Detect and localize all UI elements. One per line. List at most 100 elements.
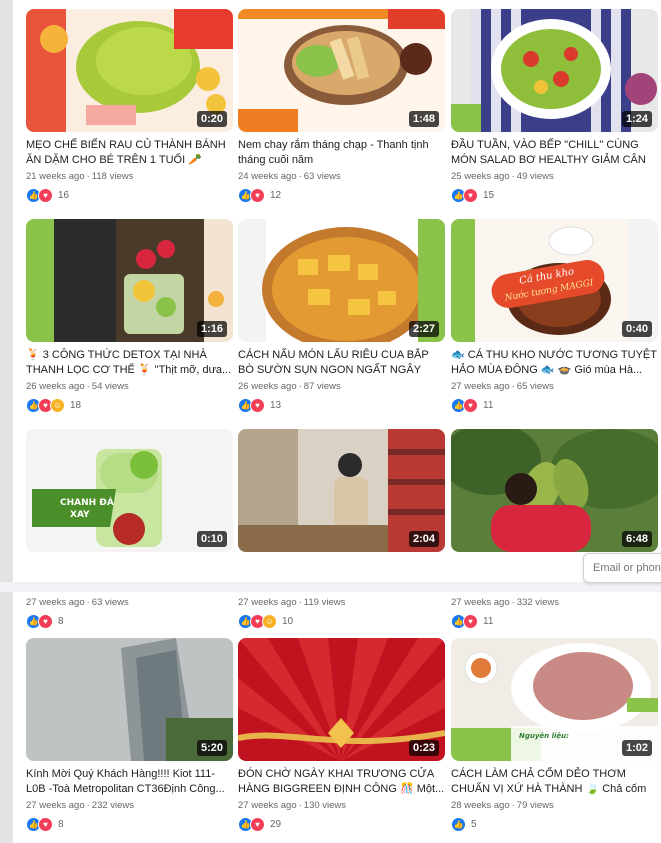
love-icon: ♥ — [38, 187, 53, 203]
video-views: 79 views — [516, 800, 554, 811]
video-age: 26 weeks ago — [238, 381, 297, 392]
video-thumbnail[interactable]: Cá thu kho Nước tương MAGGI 0:40 — [451, 219, 658, 342]
video-thumbnail[interactable]: 1:24 — [451, 9, 658, 132]
video-views: 63 views — [303, 171, 341, 182]
reactions[interactable]: 👍 ♥ 15 — [451, 187, 658, 203]
reactions[interactable]: 👍 ♥ 12 — [238, 187, 445, 203]
video-thumbnail[interactable]: Nguyên liệu: 1:02 — [451, 638, 658, 761]
video-thumbnail[interactable]: 1:16 — [26, 219, 233, 342]
overlay-chanh-2: XAY — [70, 510, 90, 520]
video-thumbnail[interactable]: 1:48 — [238, 9, 445, 132]
video-card[interactable]: Cá thu kho Nước tương MAGGI 0:40 🐟 CÁ TH… — [451, 219, 658, 413]
reactions[interactable]: 👍 ♥ 16 — [26, 187, 233, 203]
reactions[interactable]: 👍 ♥ ☺ 18 — [26, 397, 233, 413]
reaction-count: 11 — [483, 615, 494, 627]
video-card[interactable]: 1:16 🍹 3 CÔNG THỨC DETOX TẠI NHÀ THANH L… — [26, 219, 233, 413]
video-card-meta[interactable]: 27 weeks ago · 332 views 👍 ♥ 11 — [451, 594, 658, 629]
reactions[interactable]: 👍 ♥ 11 — [451, 613, 658, 629]
video-card[interactable]: CHANH ĐÁ XAY 0:10 — [26, 429, 233, 552]
video-title[interactable]: Kính Mời Quý Khách Hàng!!!! Kiot 111-L0B… — [26, 767, 233, 797]
video-duration: 2:27 — [408, 321, 439, 337]
video-card[interactable]: 1:48 Nem chay rắm tháng chạp - Thanh tịn… — [238, 9, 445, 203]
video-age: 25 weeks ago — [451, 171, 510, 182]
video-meta: 26 weeks ago · 54 views — [26, 381, 129, 392]
video-duration: 0:40 — [621, 321, 652, 337]
reactions[interactable]: 👍 ♥ 8 — [26, 613, 233, 629]
video-thumbnail[interactable]: CHANH ĐÁ XAY 0:10 — [26, 429, 233, 552]
reactions[interactable]: 👍 ♥ 29 — [238, 816, 445, 832]
video-thumbnail[interactable]: 2:27 — [238, 219, 445, 342]
video-views: 119 views — [303, 597, 346, 608]
video-meta: 27 weeks ago · 63 views — [26, 597, 129, 608]
video-title[interactable]: ĐẦU TUẦN, VÀO BẾP "CHILL" CÙNG MÓN SALAD… — [451, 138, 658, 168]
reactions[interactable]: 👍 5 — [451, 816, 658, 832]
love-icon: ♥ — [250, 816, 265, 832]
reactions[interactable]: 👍 ♥ 13 — [238, 397, 445, 413]
video-thumbnail[interactable]: 2:04 — [238, 429, 445, 552]
video-duration: 0:20 — [196, 111, 227, 127]
video-duration: 1:48 — [408, 111, 439, 127]
video-views: 118 views — [91, 171, 134, 182]
video-age: 27 weeks ago — [451, 381, 510, 392]
video-title[interactable]: 🍹 3 CÔNG THỨC DETOX TẠI NHÀ THANH LỌC CƠ… — [26, 348, 233, 378]
love-icon: ♥ — [463, 613, 478, 629]
video-age: 27 weeks ago — [26, 800, 85, 811]
like-icon: 👍 — [451, 816, 466, 832]
reaction-count: 29 — [270, 818, 282, 830]
video-card[interactable]: 2:04 — [238, 429, 445, 552]
video-duration: 2:04 — [408, 531, 439, 547]
reaction-count: 12 — [270, 189, 282, 201]
reactions[interactable]: 👍 ♥ 11 — [451, 397, 658, 413]
video-thumbnail[interactable]: 0:20 — [26, 9, 233, 132]
video-age: 21 weeks ago — [26, 171, 85, 182]
reaction-count: 13 — [270, 399, 282, 411]
video-card[interactable]: 0:20 MẸO CHẾ BIẾN RAU CỦ THÀNH BÁNH ĂN D… — [26, 9, 233, 203]
video-thumbnail[interactable]: 6:48 — [451, 429, 658, 552]
video-views: 87 views — [303, 381, 341, 392]
reaction-count: 18 — [70, 399, 82, 411]
email-input[interactable] — [583, 553, 661, 583]
video-card[interactable]: 1:24 ĐẦU TUẦN, VÀO BẾP "CHILL" CÙNG MÓN … — [451, 9, 658, 203]
video-views: 130 views — [303, 800, 347, 811]
reaction-count: 10 — [282, 615, 294, 627]
video-meta: 24 weeks ago · 63 views — [238, 171, 341, 182]
video-title[interactable]: CÁCH LÀM CHẢ CỐM DẺO THƠM CHUẨN VỊ XỨ HÀ… — [451, 767, 658, 797]
video-meta: 27 weeks ago · 119 views — [238, 597, 346, 608]
video-meta: 28 weeks ago · 79 views — [451, 800, 554, 811]
love-icon: ♥ — [250, 187, 265, 203]
reactions[interactable]: 👍 ♥ 8 — [26, 816, 233, 832]
video-views: 49 views — [516, 171, 554, 182]
video-views: 65 views — [516, 381, 554, 392]
video-card[interactable]: Nguyên liệu: 1:02 CÁCH LÀM CHẢ CỐM DẺO T… — [451, 638, 658, 832]
video-thumbnail[interactable]: 0:23 — [238, 638, 445, 761]
video-thumbnail[interactable]: 5:20 — [26, 638, 233, 761]
video-duration: 5:20 — [196, 740, 227, 756]
video-age: 27 weeks ago — [238, 800, 297, 811]
reaction-count: 5 — [471, 818, 477, 830]
reaction-count: 11 — [483, 399, 494, 411]
love-icon: ♥ — [38, 613, 53, 629]
video-card-meta[interactable]: 27 weeks ago · 63 views 👍 ♥ 8 — [26, 594, 233, 629]
reaction-count: 8 — [58, 615, 64, 627]
video-card-meta[interactable]: 27 weeks ago · 119 views 👍 ♥ ☺ 10 — [238, 594, 445, 629]
video-duration: 0:10 — [196, 531, 227, 547]
video-title[interactable]: ĐÓN CHỜ NGÀY KHAI TRƯƠNG CỬA HÀNG BIGGRE… — [238, 767, 445, 797]
video-title[interactable]: 🐟 CÁ THU KHO NƯỚC TƯƠNG TUYỆT HẢO MÙA ĐÔ… — [451, 348, 658, 378]
reaction-count: 16 — [58, 189, 70, 201]
love-icon: ♥ — [250, 397, 265, 413]
video-age: 26 weeks ago — [26, 381, 85, 392]
video-meta: 27 weeks ago · 130 views — [238, 800, 347, 811]
video-title[interactable]: Nem chay rắm tháng chạp - Thanh tịnh thá… — [238, 138, 445, 168]
video-meta: 25 weeks ago · 49 views — [451, 171, 554, 182]
video-card[interactable]: 5:20 Kính Mời Quý Khách Hàng!!!! Kiot 11… — [26, 638, 233, 832]
video-card[interactable]: 0:23 ĐÓN CHỜ NGÀY KHAI TRƯƠNG CỬA HÀNG B… — [238, 638, 445, 832]
care-icon: ☺ — [262, 613, 277, 629]
video-card[interactable]: 6:48 — [451, 429, 658, 552]
video-title[interactable]: CÁCH NẤU MÓN LẨU RIÊU CUA BẮP BÒ SƯỜN SỤ… — [238, 348, 445, 378]
reactions[interactable]: 👍 ♥ ☺ 10 — [238, 613, 445, 629]
video-card[interactable]: 2:27 CÁCH NẤU MÓN LẨU RIÊU CUA BẮP BÒ SƯ… — [238, 219, 445, 413]
video-views: 54 views — [91, 381, 129, 392]
overlay-nguyen-lieu: Nguyên liệu: — [519, 732, 569, 740]
video-duration: 6:48 — [621, 531, 652, 547]
video-title[interactable]: MẸO CHẾ BIẾN RAU CỦ THÀNH BÁNH ĂN DẶM CH… — [26, 138, 233, 168]
